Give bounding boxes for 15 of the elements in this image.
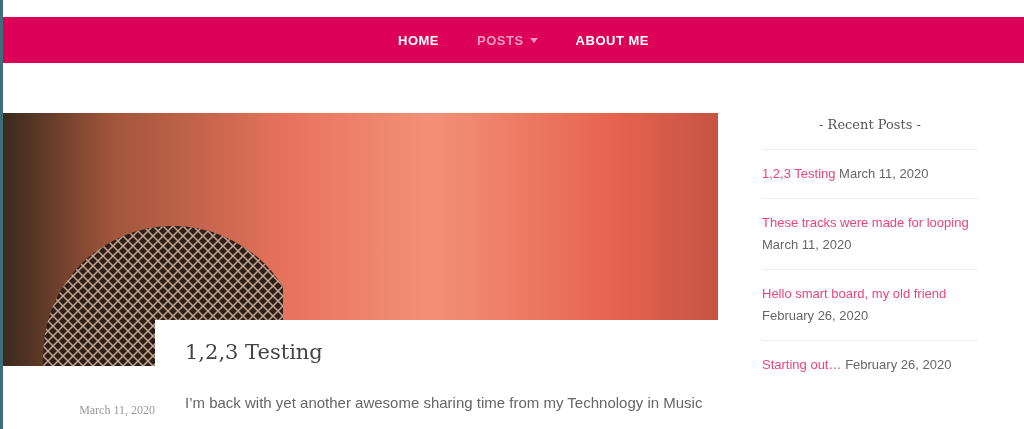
post-link[interactable]: These tracks were made for looping bbox=[762, 215, 969, 230]
post-link[interactable]: 1,2,3 Testing bbox=[762, 166, 836, 181]
post-date: February 26, 2020 bbox=[762, 308, 869, 323]
post-date: February 26, 2020 bbox=[845, 357, 952, 372]
nav-link[interactable]: ABOUT ME bbox=[575, 32, 649, 48]
post-title[interactable]: 1,2,3 Testing bbox=[185, 340, 718, 364]
post-date: March 11, 2020 bbox=[79, 403, 155, 417]
widget-title: - Recent Posts - bbox=[762, 113, 978, 150]
post-date: March 11, 2020 bbox=[762, 237, 852, 252]
post-link[interactable]: Starting out… bbox=[762, 357, 842, 372]
nav-link[interactable]: HOME bbox=[398, 32, 440, 48]
post-date: March 11, 2020 bbox=[839, 166, 929, 181]
post-excerpt: I’m back with yet another awesome sharing time from my Technology in Music bbox=[185, 394, 704, 411]
nav-link[interactable]: POSTS bbox=[477, 32, 538, 48]
post-link[interactable]: Hello smart board, my old friend bbox=[762, 286, 947, 301]
